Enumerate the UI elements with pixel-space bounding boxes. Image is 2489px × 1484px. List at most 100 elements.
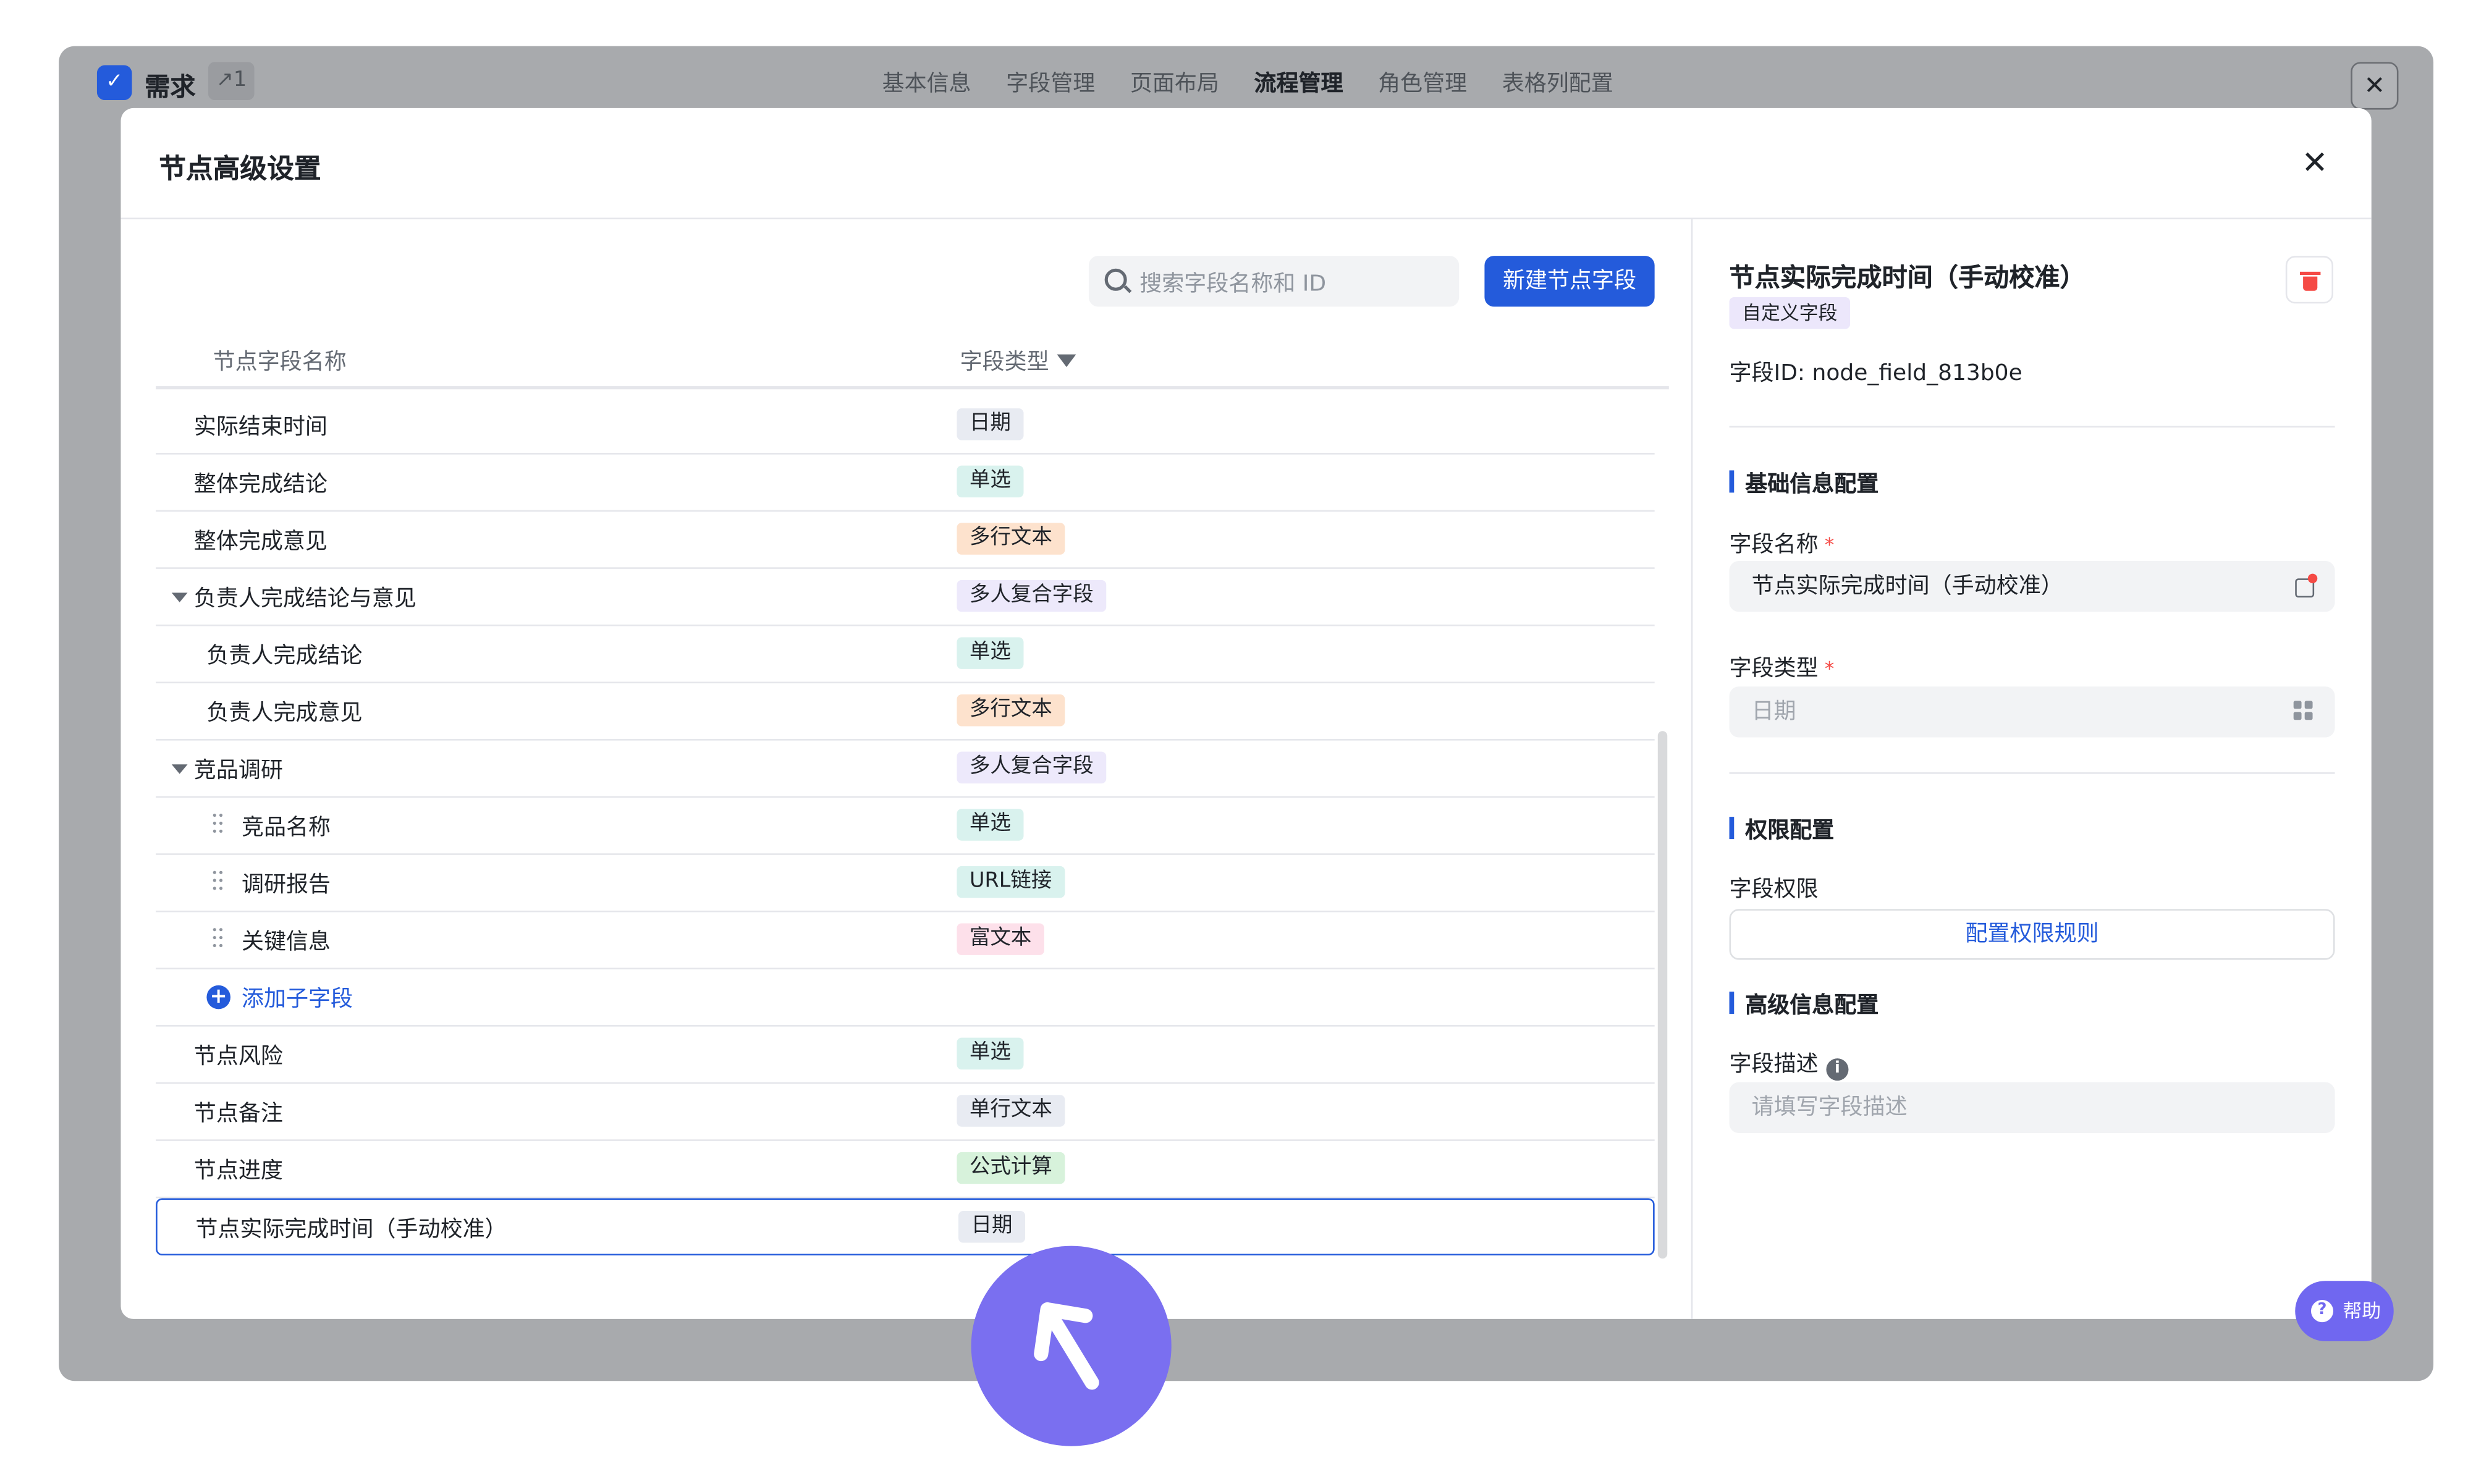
table-row[interactable]: 节点风险 单选 <box>156 1027 1655 1084</box>
field-type-tag: 日期 <box>958 1211 1026 1243</box>
table-row[interactable]: 节点进度 公式计算 <box>156 1141 1655 1199</box>
table-row[interactable]: 节点备注 单行文本 <box>156 1084 1655 1141</box>
arrow-cursor-icon <box>1034 1302 1099 1390</box>
field-name-value: 节点实际完成时间（手动校准） <box>1751 573 2063 599</box>
delete-icon[interactable] <box>2285 256 2333 304</box>
help-button[interactable]: ? 帮助 <box>2295 1281 2394 1341</box>
column-header-field-type-label: 字段类型 <box>960 349 1049 376</box>
table-row[interactable]: 关键信息 富文本 <box>156 912 1655 970</box>
table-row[interactable]: 竞品调研 多人复合字段 <box>156 741 1655 798</box>
drag-handle-icon[interactable] <box>213 871 223 893</box>
field-type-tag: 单行文本 <box>957 1095 1065 1127</box>
plus-circle-icon[interactable]: + <box>206 985 230 1010</box>
edit-icon[interactable] <box>2294 573 2318 598</box>
table-row[interactable]: 竞品名称 单选 <box>156 798 1655 855</box>
table-scrollbar[interactable] <box>1657 731 1668 1259</box>
field-type-tag: URL链接 <box>957 866 1065 898</box>
table-row[interactable]: 实际结束时间 日期 <box>156 397 1655 455</box>
modal-divider <box>120 217 2372 219</box>
field-description-label-text: 字段描述 <box>1729 1052 1819 1077</box>
caret-down-icon[interactable] <box>171 764 188 774</box>
field-type-tag: 多行文本 <box>957 523 1065 555</box>
field-name: 负责人完成结论与意见 <box>193 586 416 612</box>
column-header-field-name: 节点字段名称 <box>213 349 347 376</box>
field-name: 负责人完成意见 <box>206 701 363 727</box>
search-input[interactable]: 搜索字段名称和 ID <box>1088 256 1460 307</box>
field-name: 关键信息 <box>241 929 331 955</box>
field-name: 负责人完成结论 <box>206 643 363 669</box>
detail-divider <box>1729 426 2335 428</box>
modal-close-icon[interactable]: ✕ <box>2302 143 2328 181</box>
field-description-label: 字段描述 i <box>1730 1047 1849 1081</box>
table-row[interactable]: 整体完成意见 多行文本 <box>156 512 1655 569</box>
table-row[interactable]: 负责人完成结论与意见 多人复合字段 <box>156 569 1655 626</box>
table-row[interactable]: 负责人完成结论 单选 <box>156 626 1655 684</box>
caret-down-icon[interactable] <box>171 592 188 602</box>
info-icon[interactable]: i <box>1826 1058 1849 1081</box>
advanced-section-title: 高级信息配置 <box>1729 989 1878 1020</box>
field-type-tag: 单选 <box>957 1037 1024 1070</box>
required-mark: * <box>1824 534 1835 557</box>
detail-divider <box>1729 772 2335 774</box>
field-type-tag: 富文本 <box>957 923 1044 955</box>
field-type-tag: 单选 <box>957 465 1024 498</box>
field-type-tag: 公式计算 <box>957 1152 1065 1184</box>
field-name: 节点进度 <box>193 1158 283 1184</box>
cursor-indicator <box>971 1246 1172 1446</box>
add-child-field-link[interactable]: 添加子字段 <box>242 982 353 1014</box>
app-tabs: 基本信息 字段管理 页面布局 流程管理 角色管理 表格列配置 <box>882 67 1613 98</box>
new-node-field-button[interactable]: 新建节点字段 <box>1484 256 1655 307</box>
field-description-input[interactable]: 请填写字段描述 <box>1729 1082 2335 1133</box>
field-type-tag: 多行文本 <box>957 694 1065 727</box>
field-type-tag: 单选 <box>957 809 1024 841</box>
table-row[interactable]: 整体完成结论 单选 <box>156 455 1655 512</box>
tab-basic-info[interactable]: 基本信息 <box>882 67 971 98</box>
field-name: 节点备注 <box>193 1101 283 1127</box>
detail-title: 节点实际完成时间（手动校准） <box>1729 262 2085 293</box>
table-row[interactable]: 调研报告 URL链接 <box>156 855 1655 913</box>
app-close-icon[interactable]: ✕ <box>2351 62 2399 110</box>
tab-table-columns[interactable]: 表格列配置 <box>1502 67 1613 98</box>
field-name: 竞品调研 <box>193 757 283 784</box>
custom-field-badge: 自定义字段 <box>1729 297 1851 329</box>
field-description-placeholder: 请填写字段描述 <box>1751 1095 1908 1121</box>
field-type-select[interactable]: 日期 <box>1729 686 2335 738</box>
field-name: 实际结束时间 <box>193 415 328 441</box>
grid-icon <box>2293 701 2316 723</box>
table-row[interactable]: 节点实际完成时间（手动校准） 日期 <box>156 1198 1655 1256</box>
tab-workflow-management[interactable]: 流程管理 <box>1254 67 1343 98</box>
field-name: 节点风险 <box>193 1043 283 1070</box>
tab-page-layout[interactable]: 页面布局 <box>1130 67 1219 98</box>
drag-handle-icon[interactable] <box>213 928 223 950</box>
app-logo-icon: ✓ <box>96 65 132 101</box>
field-type-label-text: 字段类型 <box>1729 656 1819 682</box>
search-icon <box>1104 268 1127 291</box>
required-mark: * <box>1824 657 1835 680</box>
filter-icon[interactable] <box>1057 354 1076 368</box>
link-count-badge[interactable]: ↗1 <box>208 62 255 101</box>
column-header-field-type: 字段类型 <box>960 345 1076 376</box>
field-type-tag: 多人复合字段 <box>957 751 1107 784</box>
tab-role-management[interactable]: 角色管理 <box>1378 67 1467 98</box>
node-advanced-settings-modal: 节点高级设置 ✕ 搜索字段名称和 ID 新建节点字段 节点字段名称 字段类型 实… <box>120 108 2372 1319</box>
field-id: 字段ID: node_field_813b0e <box>1729 360 2022 387</box>
configure-permission-button[interactable]: 配置权限规则 <box>1729 909 2335 960</box>
field-type-value: 日期 <box>1751 699 1796 725</box>
pane-divider <box>1691 219 1693 1319</box>
screen: ✓ 需求 ↗1 基本信息 字段管理 页面布局 流程管理 角色管理 表格列配置 ✕… <box>0 0 2489 1484</box>
add-child-field-row[interactable]: + 添加子字段 <box>156 969 1655 1027</box>
basic-info-section-title: 基础信息配置 <box>1729 467 1878 499</box>
field-name: 调研报告 <box>241 872 331 898</box>
tab-field-management[interactable]: 字段管理 <box>1006 67 1095 98</box>
modal-title: 节点高级设置 <box>159 154 321 186</box>
field-name: 节点实际完成时间（手动校准） <box>195 1217 507 1243</box>
field-name-input[interactable]: 节点实际完成时间（手动校准） <box>1729 560 2335 612</box>
help-icon: ? <box>2310 1300 2333 1323</box>
field-type-tag: 单选 <box>957 637 1024 669</box>
field-type-tag: 多人复合字段 <box>957 580 1107 612</box>
field-name: 整体完成意见 <box>193 529 328 555</box>
permission-section-title: 权限配置 <box>1729 814 1834 845</box>
table-row[interactable]: 负责人完成意见 多行文本 <box>156 683 1655 741</box>
drag-handle-icon[interactable] <box>213 813 223 836</box>
help-label: 帮助 <box>2343 1300 2381 1323</box>
